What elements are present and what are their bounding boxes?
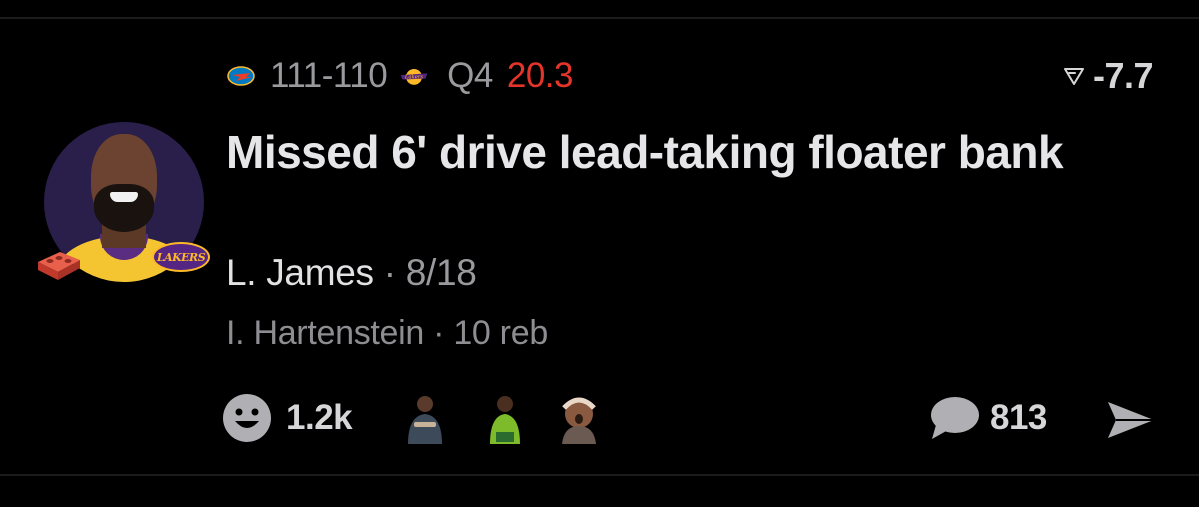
comment-button[interactable]: 813 bbox=[928, 393, 1047, 443]
reactor-avatar[interactable] bbox=[556, 392, 602, 444]
secondary-player-line[interactable]: I. Hartenstein · 10 reb bbox=[226, 314, 548, 353]
smile-icon bbox=[223, 394, 271, 442]
win-probability: -7.7 bbox=[1063, 55, 1154, 96]
score-text: 111-110 bbox=[270, 56, 388, 95]
bottom-divider bbox=[0, 474, 1199, 476]
reaction-button[interactable]: 1.2k bbox=[222, 393, 353, 443]
game-score-row: 111-110 Lakers Q4 20.3 bbox=[226, 56, 573, 96]
player-stat: 8/18 bbox=[405, 252, 477, 293]
thunder-logo-icon bbox=[227, 66, 255, 86]
comment-bubble-icon bbox=[931, 397, 979, 439]
quarter-text: Q4 bbox=[447, 56, 493, 95]
player-avatar[interactable]: LAKERS bbox=[38, 122, 210, 282]
lakers-badge-icon: LAKERS bbox=[152, 242, 210, 272]
svg-text:Lakers: Lakers bbox=[404, 75, 424, 81]
separator: · bbox=[383, 252, 396, 293]
smile-shape bbox=[110, 192, 138, 202]
lakers-logo-icon: Lakers bbox=[400, 68, 428, 85]
brick-icon bbox=[38, 252, 80, 280]
reaction-count: 1.2k bbox=[286, 398, 353, 437]
play-card[interactable]: LAKERS 111-110 Lakers Q4 20.3 -7.7 Misse… bbox=[0, 0, 1199, 507]
comment-count: 813 bbox=[990, 398, 1047, 437]
lakers-badge-text: LAKERS bbox=[156, 250, 206, 264]
play-headline[interactable]: Missed 6' drive lead-taking floater bank bbox=[226, 124, 1156, 180]
win-probability-icon bbox=[1063, 68, 1084, 85]
win-probability-change: -7.7 bbox=[1092, 55, 1154, 96]
reactor-avatar[interactable] bbox=[402, 392, 448, 444]
reactor-avatar[interactable] bbox=[482, 392, 528, 444]
game-clock: 20.3 bbox=[506, 56, 574, 95]
player-name[interactable]: L. James bbox=[226, 252, 374, 293]
player-line[interactable]: L. James · 8/18 bbox=[226, 252, 477, 294]
share-arrow-icon[interactable] bbox=[1104, 398, 1158, 442]
top-divider bbox=[0, 17, 1199, 19]
